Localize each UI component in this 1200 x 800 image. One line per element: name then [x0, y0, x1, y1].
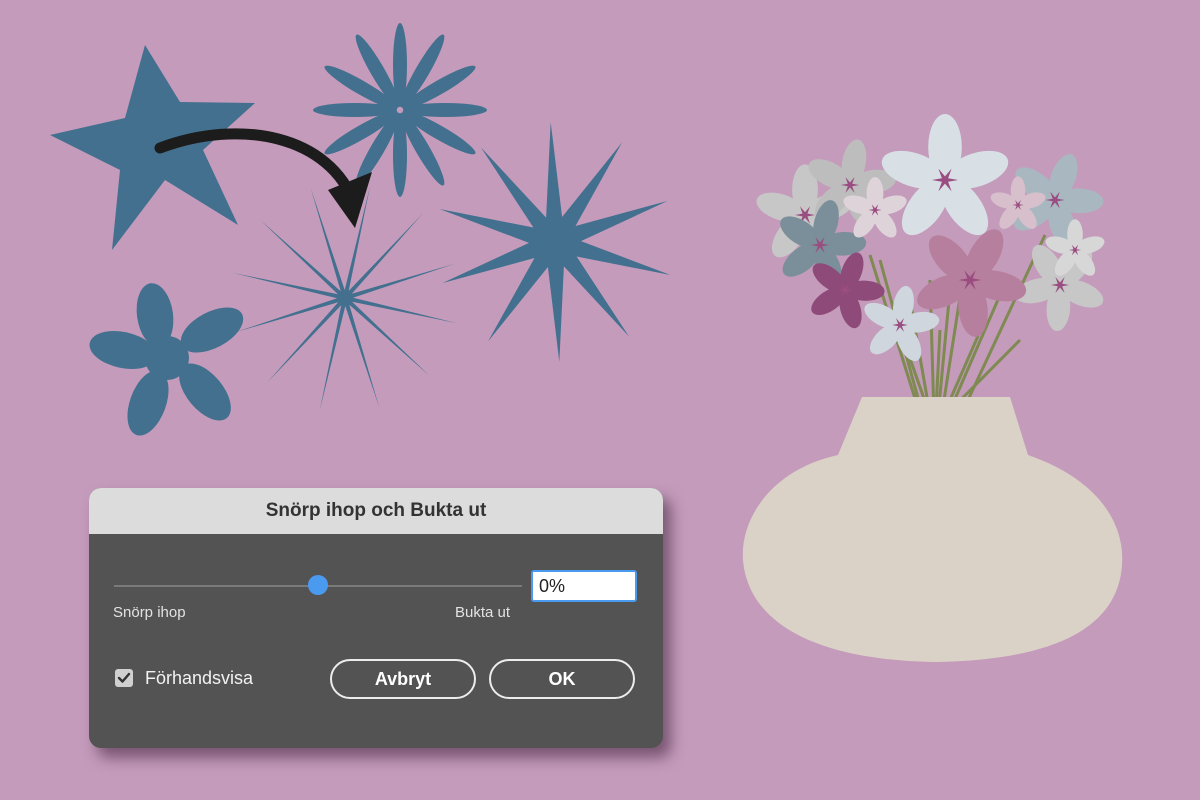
flower-bouquet	[756, 114, 1105, 402]
bouquet-flower	[881, 114, 1009, 236]
dialog-title-bar: Snörp ihop och Bukta ut	[89, 488, 663, 534]
blob-flower-shape	[89, 283, 244, 436]
checkmark-icon	[117, 672, 131, 683]
spiky-star-shape	[439, 122, 671, 362]
dialog-title: Snörp ihop och Bukta ut	[265, 500, 487, 521]
preview-label[interactable]: Förhandsvisa	[145, 668, 253, 689]
pucker-bloat-slider-thumb[interactable]	[308, 575, 328, 595]
pucker-label: Snörp ihop	[113, 604, 186, 621]
star-shape	[50, 45, 255, 250]
ok-button[interactable]: OK	[489, 659, 635, 699]
percent-value-input[interactable]	[531, 570, 637, 602]
preview-checkbox[interactable]	[115, 669, 133, 687]
thin-burst-shape	[232, 185, 458, 411]
bouquet-flower	[1015, 244, 1104, 332]
vase	[742, 397, 1123, 662]
pucker-bloat-dialog: Snörp ihop och Bukta ut Snörp ihop Bukta…	[89, 488, 663, 748]
cancel-button[interactable]: Avbryt	[330, 659, 476, 699]
bloat-label: Bukta ut	[455, 604, 511, 621]
